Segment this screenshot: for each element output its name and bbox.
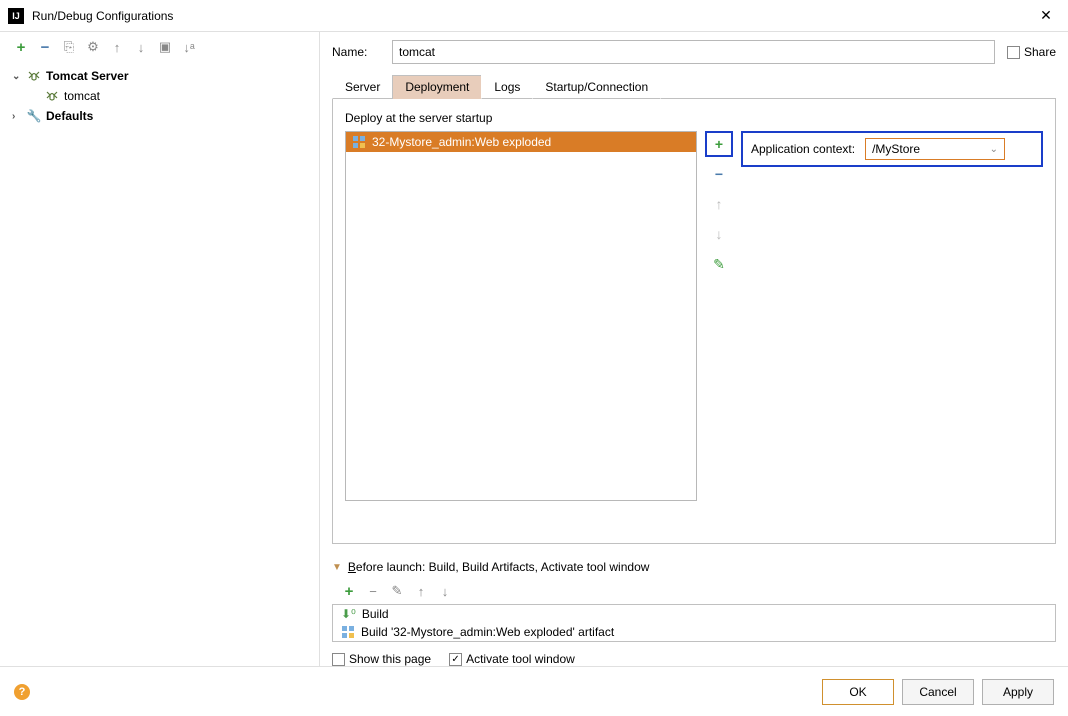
share-label: Share — [1024, 45, 1056, 59]
task-build-label: Build — [362, 607, 389, 621]
build-icon: ⬇⁰ — [341, 607, 356, 621]
before-launch-section: ▼ Before launch: Build, Build Artifacts,… — [332, 560, 1056, 666]
checkbox-icon — [1007, 46, 1020, 59]
tree-label: Tomcat Server — [46, 69, 128, 83]
folder-icon[interactable]: ▣ — [156, 38, 174, 56]
ok-button[interactable]: OK — [822, 679, 894, 705]
sort-icon[interactable]: ↓ᵃ — [180, 38, 198, 56]
edit-task-icon[interactable]: ✎ — [388, 582, 406, 600]
add-config-icon[interactable]: + — [12, 38, 30, 56]
collapse-icon[interactable]: ▼ — [332, 562, 342, 573]
tab-logs[interactable]: Logs — [481, 75, 533, 99]
help-icon[interactable]: ? — [14, 684, 30, 700]
bl-header-text: efore launch: Build, Build Artifacts, Ac… — [356, 560, 650, 574]
name-row: Name: Share — [332, 40, 1056, 64]
web-artifact-icon — [341, 625, 355, 639]
move-down-icon[interactable]: ↓ — [132, 38, 150, 56]
config-toolbar: + − ⎘ ⚙ ↑ ↓ ▣ ↓ᵃ — [0, 32, 319, 62]
task-up-icon[interactable]: ↑ — [412, 582, 430, 600]
deploy-area: 32-Mystore_admin:Web exploded + − ↑ ↓ ✎ … — [345, 131, 1043, 531]
move-up-button[interactable]: ↑ — [705, 191, 733, 217]
main-area: + − ⎘ ⚙ ↑ ↓ ▣ ↓ᵃ ⌄ Tomcat Server tomcat — [0, 32, 1068, 666]
artifact-toolbar: + − ↑ ↓ ✎ — [705, 131, 733, 531]
task-build[interactable]: ⬇⁰ Build — [333, 605, 1055, 623]
add-artifact-button[interactable]: + — [705, 131, 733, 157]
tab-server[interactable]: Server — [332, 75, 393, 99]
edit-artifact-button[interactable]: ✎ — [705, 251, 733, 277]
context-select[interactable]: /MyStore ⌄ — [865, 138, 1005, 160]
window-title: Run/Debug Configurations — [32, 9, 1032, 23]
before-launch-toolbar: + − ✎ ↑ ↓ — [332, 578, 1056, 604]
application-context-row: Application context: /MyStore ⌄ — [741, 131, 1043, 167]
tabs: Server Deployment Logs Startup/Connectio… — [332, 74, 1056, 99]
activate-label: Activate tool window — [466, 652, 575, 666]
task-artifact-label: Build '32-Mystore_admin:Web exploded' ar… — [361, 625, 614, 639]
left-panel: + − ⎘ ⚙ ↑ ↓ ▣ ↓ᵃ ⌄ Tomcat Server tomcat — [0, 32, 320, 666]
show-page-label: Show this page — [349, 652, 431, 666]
wrench-icon: 🔧 — [26, 109, 42, 123]
share-checkbox[interactable]: Share — [1007, 45, 1056, 59]
remove-artifact-button[interactable]: − — [705, 161, 733, 187]
show-page-checkbox[interactable]: Show this page — [332, 652, 431, 666]
tab-deployment[interactable]: Deployment — [392, 75, 482, 99]
context-value: /MyStore — [872, 142, 920, 156]
checkbox-checked-icon: ✓ — [449, 653, 462, 666]
add-task-icon[interactable]: + — [340, 582, 358, 600]
app-icon: IJ — [8, 8, 24, 24]
artifact-list[interactable]: 32-Mystore_admin:Web exploded — [345, 131, 697, 501]
deploy-header: Deploy at the server startup — [345, 111, 1043, 125]
bl-header-accel: B — [348, 560, 356, 574]
tab-content: Deploy at the server startup 32-Mystore_… — [332, 99, 1056, 544]
cancel-button[interactable]: Cancel — [902, 679, 974, 705]
titlebar: IJ Run/Debug Configurations ✕ — [0, 0, 1068, 32]
artifact-label: 32-Mystore_admin:Web exploded — [372, 135, 551, 149]
context-label: Application context: — [751, 142, 855, 156]
chevron-down-icon: ⌄ — [990, 144, 998, 155]
name-label: Name: — [332, 45, 380, 59]
expand-icon[interactable]: › — [12, 111, 26, 122]
tree-tomcat-child[interactable]: tomcat — [8, 86, 311, 106]
checkbox-icon — [332, 653, 345, 666]
activate-window-checkbox[interactable]: ✓ Activate tool window — [449, 652, 575, 666]
apply-button[interactable]: Apply — [982, 679, 1054, 705]
tab-startup[interactable]: Startup/Connection — [532, 75, 661, 99]
move-up-icon[interactable]: ↑ — [108, 38, 126, 56]
tomcat-icon — [26, 69, 42, 83]
tree-tomcat-server[interactable]: ⌄ Tomcat Server — [8, 66, 311, 86]
options-row: Show this page ✓ Activate tool window — [332, 652, 1056, 666]
tree-defaults-label: Defaults — [46, 109, 93, 123]
close-icon[interactable]: ✕ — [1032, 7, 1060, 24]
remove-config-icon[interactable]: − — [36, 38, 54, 56]
task-down-icon[interactable]: ↓ — [436, 582, 454, 600]
right-panel: Name: Share Server Deployment Logs Start… — [320, 32, 1068, 666]
config-tree: ⌄ Tomcat Server tomcat › 🔧 Defaults — [0, 62, 319, 666]
tomcat-icon — [44, 89, 60, 103]
artifact-item[interactable]: 32-Mystore_admin:Web exploded — [346, 132, 696, 152]
tree-defaults[interactable]: › 🔧 Defaults — [8, 106, 311, 126]
move-down-button[interactable]: ↓ — [705, 221, 733, 247]
settings-icon[interactable]: ⚙ — [84, 38, 102, 56]
remove-task-icon[interactable]: − — [364, 582, 382, 600]
name-input[interactable] — [392, 40, 995, 64]
web-artifact-icon — [352, 135, 366, 149]
before-launch-header[interactable]: ▼ Before launch: Build, Build Artifacts,… — [332, 560, 1056, 574]
footer: ? OK Cancel Apply — [0, 666, 1068, 716]
task-build-artifact[interactable]: Build '32-Mystore_admin:Web exploded' ar… — [333, 623, 1055, 641]
before-launch-list[interactable]: ⬇⁰ Build Build '32-Mystore_admin:Web exp… — [332, 604, 1056, 642]
tree-child-label: tomcat — [64, 89, 100, 103]
copy-config-icon[interactable]: ⎘ — [60, 38, 78, 56]
expand-icon[interactable]: ⌄ — [12, 71, 26, 82]
